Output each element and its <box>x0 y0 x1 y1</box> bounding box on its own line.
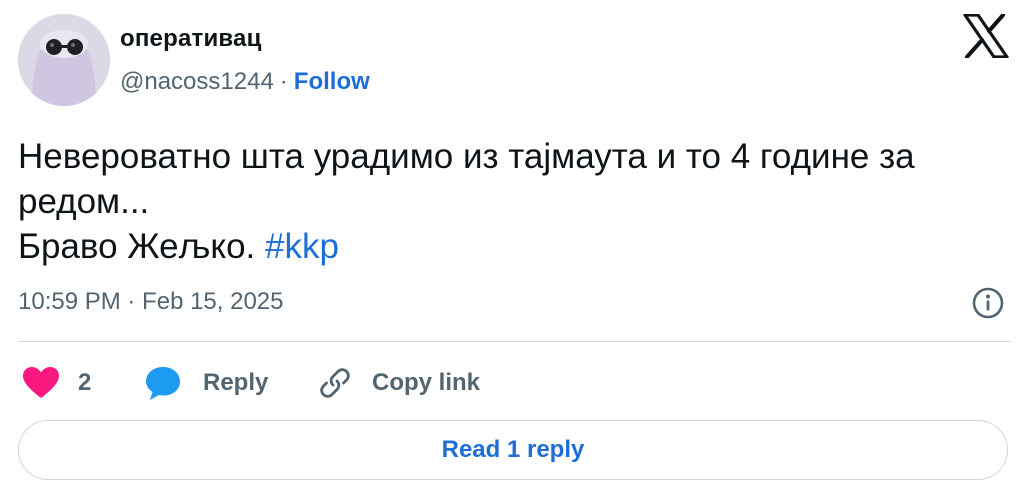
like-button[interactable]: 2 <box>22 360 91 406</box>
handle-row: @nacoss1244 · Follow <box>120 68 370 96</box>
tweet-text-line: редом... <box>18 182 150 221</box>
timestamp[interactable]: 10:59 PM · Feb 15, 2025 <box>18 288 284 316</box>
reply-label: Reply <box>203 369 269 396</box>
hashtag-link[interactable]: #kkp <box>265 227 339 266</box>
handle-separator: · <box>279 68 288 95</box>
reply-button[interactable]: Reply <box>144 360 268 406</box>
tweet-text-segment: Браво Жељко. <box>18 227 256 266</box>
user-handle[interactable]: @nacoss1244 <box>120 68 274 95</box>
avatar[interactable] <box>18 14 110 106</box>
info-icon[interactable] <box>970 285 1006 321</box>
copy-link-label: Copy link <box>372 369 481 396</box>
display-name[interactable]: оперативац <box>120 25 262 53</box>
tweet-text: Невероватно шта урадимо из тајмаута и то… <box>18 134 1008 269</box>
like-count: 2 <box>78 369 92 396</box>
copy-link-button[interactable]: Copy link <box>318 360 480 406</box>
tweet-text-line: Невероватно шта урадимо из тајмаута и то… <box>18 137 915 176</box>
link-icon <box>320 368 350 398</box>
divider <box>18 341 1010 342</box>
tweet-text-line: Браво Жељко. #kkp <box>18 224 1008 269</box>
heart-icon <box>23 367 59 398</box>
follow-link[interactable]: Follow <box>294 68 370 95</box>
read-replies-button[interactable]: Read 1 reply <box>18 420 1008 480</box>
action-bar: 2 Reply Copy link <box>18 360 1008 408</box>
speech-bubble-icon <box>146 367 180 400</box>
x-logo-icon[interactable] <box>963 13 1009 59</box>
tweet-card: оперативац @nacoss1244 · Follow Невероватн… <box>0 0 1024 495</box>
